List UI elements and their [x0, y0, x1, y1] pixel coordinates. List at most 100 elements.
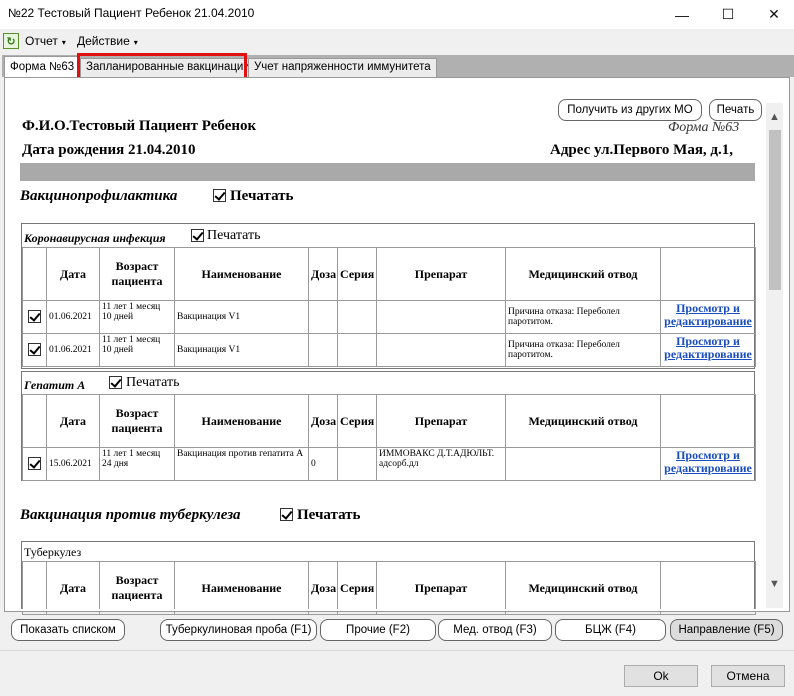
header-dose: Доза	[308, 247, 338, 301]
minimize-button[interactable]: —	[660, 0, 704, 29]
print-checkbox-section1[interactable]	[213, 189, 226, 204]
header-exemption: Медицинский отвод	[505, 561, 661, 615]
view-edit-link[interactable]: Просмотр и редактирование	[660, 447, 756, 481]
show-list-button[interactable]: Показать списком	[11, 619, 125, 641]
print-label-section2: Печатать	[297, 507, 361, 523]
referral-button[interactable]: Направление (F5)	[670, 619, 783, 641]
menu-report-label: Отчет	[25, 34, 58, 48]
header-check	[22, 394, 47, 448]
refresh-icon[interactable]: ↻	[3, 33, 19, 49]
row-series	[337, 447, 377, 481]
header-dose: Доза	[308, 394, 338, 448]
header-dose: Доза	[308, 561, 338, 615]
group-title-hepatitis-a: Гепатит А	[24, 378, 86, 392]
row-dose	[308, 300, 338, 334]
hepatitis-a-table: Дата Возраст пациента Наименование Доза …	[22, 394, 756, 481]
tab-immunity-tension[interactable]: Учет напряженности иммунитета	[248, 58, 437, 77]
chevron-down-icon: ▾	[133, 38, 138, 47]
print-label-section1: Печатать	[230, 188, 294, 204]
tuberculin-test-button[interactable]: Туберкулиновая проба (F1)	[160, 619, 317, 641]
view-edit-link-text: Просмотр и редактирование	[664, 448, 752, 475]
row-checkbox[interactable]	[22, 447, 47, 481]
header-date: Дата	[46, 394, 100, 448]
row-dose	[308, 333, 338, 367]
ok-button[interactable]: Ok	[624, 665, 698, 687]
row-exemption: Причина отказа: Переболел паротитом.	[505, 300, 661, 334]
view-edit-link-text: Просмотр и редактирование	[664, 334, 752, 361]
print-button[interactable]: Печать	[709, 99, 762, 121]
row-drug: ИММОВАКС Д.Т.АДЮЛЬТ. адсорб.дл	[376, 447, 506, 481]
header-exemption: Медицинский отвод	[505, 247, 661, 301]
section-title-vaccinoprophylaxis: Вакцинопрофилактика	[20, 188, 178, 204]
menu-action-label: Действие	[77, 34, 130, 48]
maximize-button[interactable]: ☐	[706, 0, 750, 29]
header-drug: Препарат	[376, 394, 506, 448]
header-date: Дата	[46, 247, 100, 301]
print-checkbox-section2[interactable]	[280, 508, 293, 523]
view-edit-link[interactable]: Просмотр и редактирование	[660, 300, 756, 334]
print-checkbox-hepatitis-a[interactable]	[109, 376, 122, 391]
header-series: Серия	[337, 394, 377, 448]
row-series	[337, 333, 377, 367]
birth-date: Дата рождения 21.04.2010	[22, 142, 196, 158]
row-checkbox[interactable]	[22, 300, 47, 334]
row-date: 01.06.2021	[46, 333, 100, 367]
close-button[interactable]: ✕	[752, 0, 794, 29]
row-dose: 0	[308, 447, 338, 481]
row-date: 01.06.2021	[46, 300, 100, 334]
tab-planned-vaccinations[interactable]: Запланированные вакцинации	[80, 58, 256, 77]
print-label-hepatitis-a: Печатать	[126, 375, 180, 390]
row-exemption: Причина отказа: Переболел паротитом.	[505, 333, 661, 367]
print-checkbox-covid[interactable]	[191, 229, 204, 244]
header-age: Возраст пациента	[99, 561, 175, 615]
bcg-button[interactable]: БЦЖ (F4)	[555, 619, 666, 641]
header-name: Наименование	[174, 247, 309, 301]
row-vaccination-name: Вакцинация против гепатита А	[174, 447, 309, 481]
header-date: Дата	[46, 561, 100, 615]
row-drug	[376, 300, 506, 334]
forma-label: Форма №63	[668, 120, 740, 135]
group-title-covid: Коронавирусная инфекция	[24, 231, 166, 245]
header-check	[22, 247, 47, 301]
scroll-down-icon[interactable]: ▼	[766, 578, 783, 594]
row-exemption	[505, 447, 661, 481]
doc-bottom-edge	[4, 609, 790, 612]
other-button[interactable]: Прочие (F2)	[320, 619, 436, 641]
row-vaccination-name: Вакцинация V1	[174, 300, 309, 334]
scroll-up-icon[interactable]: ▲	[766, 111, 783, 127]
get-from-other-mo-button[interactable]: Получить из других МО	[558, 99, 702, 121]
med-exemption-button[interactable]: Мед. отвод (F3)	[438, 619, 552, 641]
section-title-tuberculosis: Вакцинация против туберкулеза	[20, 507, 241, 523]
header-series: Серия	[337, 247, 377, 301]
title-bar: №22 Тестовый Пациент Ребенок 21.04.2010 …	[0, 0, 794, 29]
row-drug	[376, 333, 506, 367]
patient-name: Ф.И.О.Тестовый Пациент Ребенок	[22, 118, 257, 134]
header-name: Наименование	[174, 561, 309, 615]
scroll-thumb[interactable]	[769, 130, 781, 290]
row-age: 11 лет 1 месяц 10 дней	[99, 333, 175, 367]
tab-form63[interactable]: Форма №63	[4, 56, 81, 78]
header-drug: Препарат	[376, 247, 506, 301]
view-edit-link-text: Просмотр и редактирование	[664, 301, 752, 328]
table-row: 15.06.2021 11 лет 1 месяц 24 дня Вакцина…	[22, 447, 756, 481]
table-row: 01.06.2021 11 лет 1 месяц 10 дней Вакцин…	[22, 333, 756, 367]
window-title: №22 Тестовый Пациент Ребенок 21.04.2010	[8, 6, 255, 20]
row-age: 11 лет 1 месяц 10 дней	[99, 300, 175, 334]
row-age: 11 лет 1 месяц 24 дня	[99, 447, 175, 481]
menu-action[interactable]: Действие ▾	[77, 34, 138, 48]
header-actions	[660, 561, 756, 615]
view-edit-link[interactable]: Просмотр и редактирование	[660, 333, 756, 367]
header-exemption: Медицинский отвод	[505, 394, 661, 448]
print-label-covid: Печатать	[207, 228, 261, 243]
header-drug: Препарат	[376, 561, 506, 615]
header-series: Серия	[337, 561, 377, 615]
menu-report[interactable]: Отчет ▾	[25, 34, 66, 48]
row-checkbox[interactable]	[22, 333, 47, 367]
row-series	[337, 300, 377, 334]
header-age: Возраст пациента	[99, 394, 175, 448]
cancel-button[interactable]: Отмена	[711, 665, 785, 687]
row-date: 15.06.2021	[46, 447, 100, 481]
header-check	[22, 561, 47, 615]
covid-table: Дата Возраст пациента Наименование Доза …	[22, 247, 756, 367]
gray-band	[20, 163, 755, 181]
